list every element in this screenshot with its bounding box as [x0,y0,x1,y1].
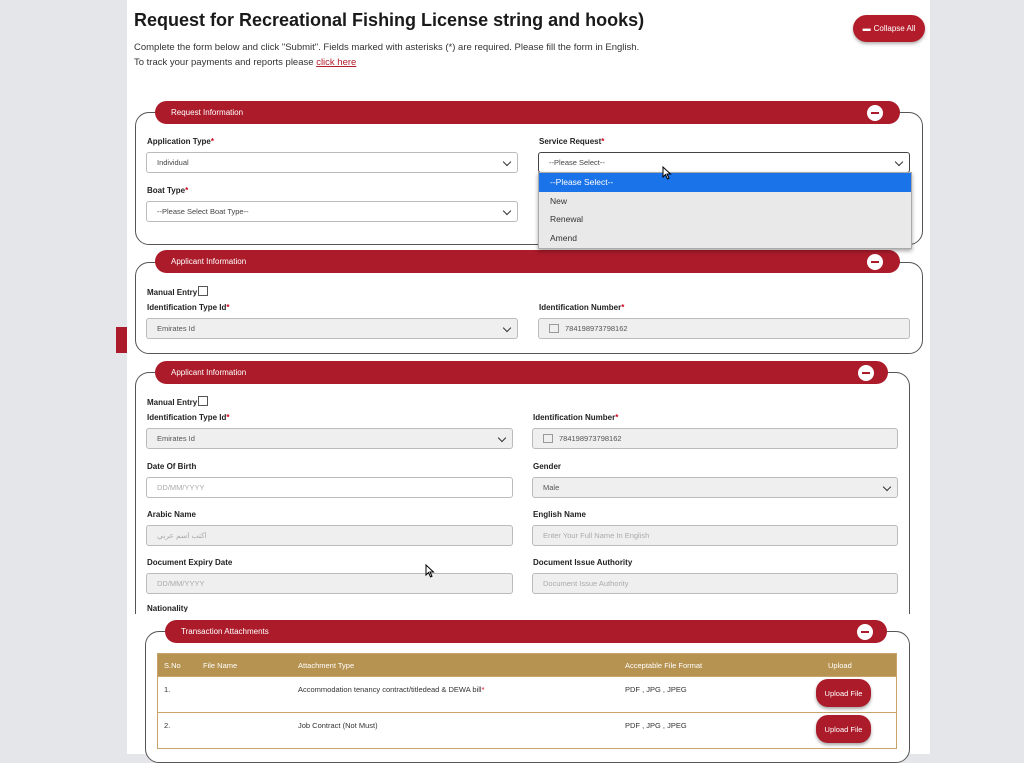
row-sno: 1. [164,685,171,694]
page-description: Complete the form below and click "Submi… [134,40,639,70]
attachments-table: S.No File Name Attachment Type Acceptabl… [157,653,897,749]
application-type-select[interactable]: Individual [146,152,518,173]
request-info-title: Request Information [171,108,244,117]
col-attachment-type: Attachment Type [298,661,355,670]
edit-icon [549,324,559,333]
id-type-label: Identification Type Id* [147,413,230,422]
table-header: S.No File Name Attachment Type Acceptabl… [158,654,896,676]
collapse-section-icon[interactable] [867,254,883,270]
id-number-field[interactable]: 784198973798162 [538,318,910,339]
attachments-title: Transaction Attachments [181,627,269,636]
attachments-header[interactable]: Transaction Attachments [165,620,887,643]
doc-expiry-input[interactable]: DD/MM/YYYY [146,573,513,594]
collapse-section-icon[interactable] [857,624,873,640]
doc-issue-input[interactable]: Document Issue Authority [532,573,898,594]
applicant-info-title-bg: Applicant Information [171,257,247,266]
minus-icon: ▬ [862,24,871,33]
english-name-input[interactable]: Enter Your Full Name In English [532,525,898,546]
row-sno: 2. [164,721,171,730]
manual-entry-checkbox[interactable] [198,286,209,296]
service-request-select[interactable]: --Please Select-- [538,152,910,173]
description-line-2: To track your payments and reports pleas… [134,55,639,70]
collapse-all-button[interactable]: ▬ Collapse All [853,15,925,42]
table-row: 2. Job Contract (Not Must) PDF , JPG , J… [158,712,896,748]
row-file-format: PDF , JPG , JPEG [625,721,687,730]
boat-type-label: Boat Type* [147,186,189,195]
application-type-label: Application Type* [147,137,214,146]
upload-file-button[interactable]: Upload File [816,715,871,743]
dropdown-option[interactable]: New [539,192,911,211]
boat-type-select[interactable]: --Please Select Boat Type-- [146,201,518,222]
collapse-section-icon[interactable] [858,365,874,381]
track-text: To track your payments and reports pleas… [134,57,317,68]
id-type-select[interactable]: Emirates Id [146,428,513,449]
manual-entry-label: Manual Entry [147,396,209,407]
id-number-label: Identification Number* [533,413,619,422]
mouse-cursor-icon [662,166,672,180]
request-info-header[interactable]: Request Information [155,101,900,124]
mouse-cursor-icon [425,564,435,578]
doc-issue-label: Document Issue Authority [533,558,633,567]
nationality-label-clip: Nationality [147,604,227,612]
gender-label: Gender [533,462,562,471]
id-type-select[interactable]: Emirates Id [146,318,518,339]
page-title: Request for Recreational Fishing License… [134,10,645,30]
dropdown-option[interactable]: Renewal [539,210,911,229]
id-number-label: Identification Number* [539,303,625,312]
english-name-label: English Name [533,510,586,519]
click-here-link[interactable]: click here [316,57,356,68]
row-attachment-type: Job Contract (Not Must) [298,721,378,730]
col-file-format: Acceptable File Format [625,661,703,670]
edit-icon [543,434,553,443]
doc-expiry-label: Document Expiry Date [147,558,233,567]
arabic-name-label: Arabic Name [147,510,196,519]
dob-input[interactable]: DD/MM/YYYY [146,477,513,498]
service-request-label: Service Request* [539,137,605,146]
chevron-down-icon [497,433,507,443]
service-request-dropdown[interactable]: --Please Select-- New Renewal Amend [538,172,912,249]
chevron-down-icon [502,323,512,333]
applicant-info-card-bg [135,262,923,354]
applicant-info-header-bg[interactable]: Applicant Information [155,250,900,273]
table-row: 1. Accommodation tenancy contract/titled… [158,676,896,712]
id-number-field[interactable]: 784198973798162 [532,428,898,449]
col-sno: S.No [164,661,181,670]
col-upload: Upload [828,661,852,670]
dropdown-option[interactable]: Amend [539,229,911,248]
collapse-section-icon[interactable] [867,105,883,121]
chevron-down-icon [894,157,904,167]
nationality-label: Nationality [147,604,188,612]
manual-entry-label: Manual Entry [147,286,209,297]
dropdown-option[interactable]: --Please Select-- [539,173,911,192]
gender-select[interactable]: Male [532,477,898,498]
row-attachment-type: Accommodation tenancy contract/titledead… [298,685,485,694]
applicant-info-header[interactable]: Applicant Information [155,361,888,384]
id-type-label: Identification Type Id* [147,303,230,312]
col-file-name: File Name [203,661,238,670]
collapse-all-label: Collapse All [873,24,916,33]
side-tab [116,327,127,353]
chevron-down-icon [502,157,512,167]
applicant-info-title: Applicant Information [171,368,247,377]
description-line-1: Complete the form below and click "Submi… [134,42,640,53]
dob-label: Date Of Birth [147,462,197,471]
upload-file-button[interactable]: Upload File [816,679,871,707]
arabic-name-input[interactable]: اكتب اسم عربي [146,525,513,546]
manual-entry-checkbox[interactable] [198,396,209,406]
chevron-down-icon [502,206,512,216]
chevron-down-icon [882,482,892,492]
row-file-format: PDF , JPG , JPEG [625,685,687,694]
